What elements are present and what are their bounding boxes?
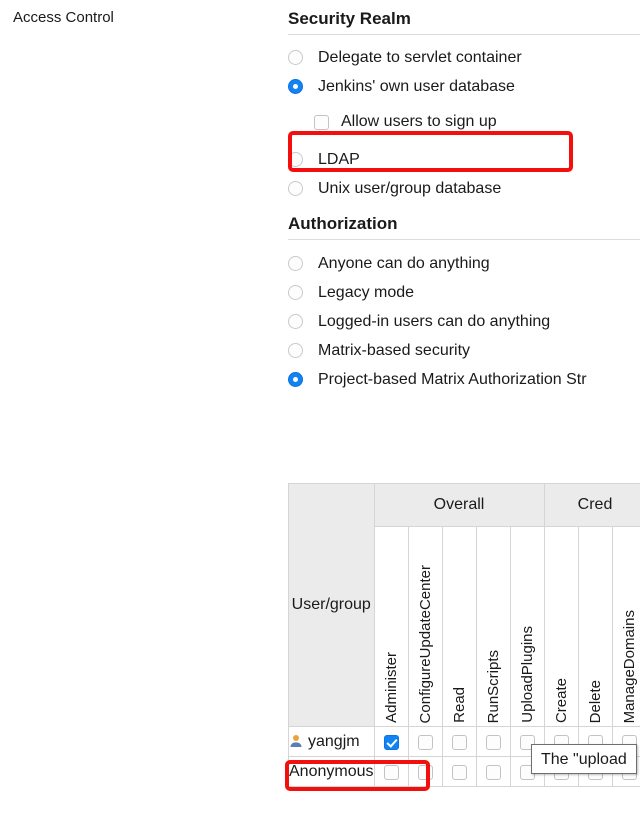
option-label: Legacy mode [318,283,415,301]
matrix-col-configureupdatecenter: ConfigureUpdateCenter [407,526,443,727]
radio-unix-user-group-database[interactable]: Unix user/group database [288,174,640,203]
matrix-group-header-row: User/group Overall Cred [288,483,640,727]
cell-runscripts[interactable] [475,726,511,757]
cell-read[interactable] [441,756,477,787]
radio-anyone-can-do-anything[interactable]: Anyone can do anything [288,249,640,278]
checkbox-indicator[interactable] [383,764,399,780]
checkbox-indicator[interactable] [383,734,399,750]
radio-indicator[interactable] [288,256,303,271]
col-label: Delete [586,679,604,723]
checkbox-label: Allow users to sign up [341,113,497,130]
permissions-matrix: User/group Overall Cred Administer Confi… [288,483,640,787]
checkbox-indicator[interactable] [417,734,433,750]
matrix-group-credentials: Cred [543,483,640,527]
checkbox-indicator[interactable] [451,764,467,780]
radio-matrix-based-security[interactable]: Matrix-based security [288,336,640,365]
radio-indicator[interactable] [288,181,303,196]
option-label: Matrix-based security [318,341,471,359]
radio-legacy-mode[interactable]: Legacy mode [288,278,640,307]
checkbox-indicator[interactable] [314,114,329,130]
matrix-col-managedomains: ManageDomains [611,526,640,727]
option-label: Project-based Matrix Authorization Str [318,370,587,388]
option-label: LDAP [318,150,360,168]
radio-delegate-servlet-container[interactable]: Delegate to servlet container [288,43,640,72]
col-label: Create [552,677,570,723]
matrix-col-read: Read [441,526,477,727]
radio-project-based-matrix-authorization-strategy[interactable]: Project-based Matrix Authorization Str [288,365,640,394]
col-label: Read [450,687,468,723]
radio-logged-in-users-can-do-anything[interactable]: Logged-in users can do anything [288,307,640,336]
radio-ldap[interactable]: LDAP [288,145,640,174]
cell-read[interactable] [441,726,477,757]
radio-indicator[interactable] [288,50,303,65]
user-icon [289,734,303,748]
radio-indicator[interactable] [288,152,303,167]
matrix-col-administer: Administer [373,526,409,727]
col-label: ManageDomains [620,609,638,723]
matrix-col-uploadplugins: UploadPlugins [509,526,545,727]
col-label: ConfigureUpdateCenter [416,564,434,723]
checkbox-indicator[interactable] [451,734,467,750]
col-label: RunScripts [484,649,502,723]
matrix-group-overall: Overall [373,483,545,527]
config-column: Security Realm Delegate to servlet conta… [288,0,640,394]
matrix-col-delete: Delete [577,526,613,727]
cell-runscripts[interactable] [475,756,511,787]
option-label: Jenkins' own user database [318,77,515,95]
tooltip: The "upload [531,744,637,774]
page-title: Access Control [13,9,114,26]
matrix-usergroup-header: User/group [288,483,375,727]
cell-administer[interactable] [373,726,409,757]
col-label: UploadPlugins [518,626,536,723]
matrix-row-user-anonymous[interactable]: Anonymous [288,756,375,787]
matrix-col-create: Create [543,526,579,727]
radio-indicator[interactable] [288,343,303,358]
security-realm-heading: Security Realm [288,9,411,28]
col-label: Administer [382,652,400,723]
radio-indicator[interactable] [288,285,303,300]
matrix-row-user-yangjm[interactable]: yangjm [288,726,375,757]
option-label: Unix user/group database [318,179,502,197]
matrix-col-runscripts: RunScripts [475,526,511,727]
radio-indicator-selected[interactable] [288,372,303,387]
option-label: Logged-in users can do anything [318,312,551,330]
checkbox-indicator[interactable] [485,734,501,750]
cell-configureupdatecenter[interactable] [407,726,443,757]
radio-indicator[interactable] [288,314,303,329]
user-name: yangjm [308,732,360,750]
cell-administer[interactable] [373,756,409,787]
user-name: Anonymous [289,762,374,780]
checkbox-indicator[interactable] [485,764,501,780]
checkbox-indicator[interactable] [417,764,433,780]
radio-jenkins-own-user-database[interactable]: Jenkins' own user database [288,72,640,101]
radio-indicator-selected[interactable] [288,79,303,94]
authorization-heading: Authorization [288,214,398,233]
checkbox-allow-users-to-sign-up[interactable]: Allow users to sign up [288,107,640,137]
cell-configureupdatecenter[interactable] [407,756,443,787]
option-label: Anyone can do anything [318,254,490,272]
option-label: Delegate to servlet container [318,48,522,66]
